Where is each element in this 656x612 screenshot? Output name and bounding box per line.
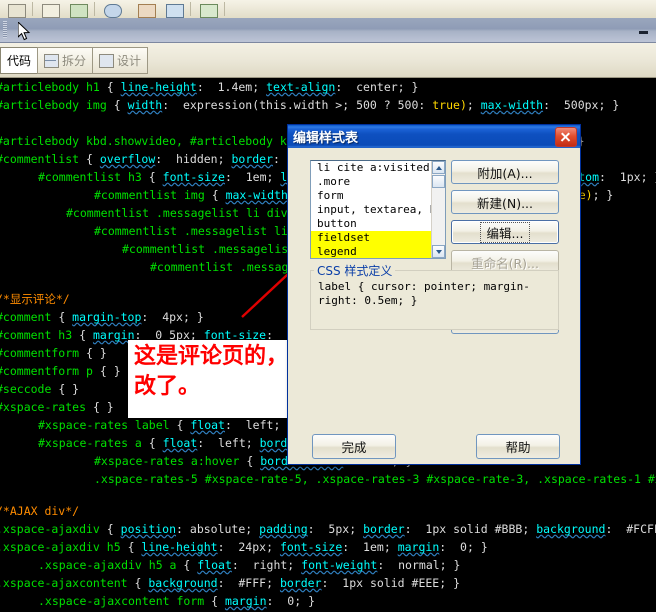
view-button-split-label: 拆分	[62, 54, 87, 68]
css-definition-group-label: CSS 样式定义	[314, 262, 396, 279]
attach-button-label: 附加(A)...	[477, 165, 533, 181]
done-button-label: 完成	[341, 440, 367, 455]
attach-button[interactable]: 附加(A)...	[451, 160, 559, 184]
code-line: #xspace-rates { }	[0, 400, 114, 414]
minimize-icon[interactable]	[639, 31, 648, 34]
toolbar-separator	[32, 2, 33, 16]
code-line: .xspace-ajaxdiv h5 { line-height: 24px; …	[0, 540, 488, 554]
edit-stylesheet-dialog: 编辑样式表 li cite a:visited .more form input…	[287, 124, 581, 465]
toolbar-separator	[224, 2, 225, 16]
dialog-titlebar[interactable]: 编辑样式表	[288, 125, 580, 148]
document-toolbar: 代码 拆分 设计 标题: </> !	[0, 43, 656, 115]
view-button-split[interactable]: 拆分	[37, 47, 94, 74]
list-item[interactable]: form	[311, 189, 445, 203]
document-tab-bar	[0, 18, 656, 43]
css-definition-text: label { cursor: pointer; margin-right: 0…	[318, 280, 530, 307]
list-item[interactable]: legend	[311, 245, 445, 258]
toolbar-icon-3[interactable]	[66, 1, 90, 18]
code-line: /*AJAX div*/	[0, 504, 80, 518]
app-chrome: 代码 拆分 设计 标题: </> !	[0, 0, 656, 115]
view-button-code-label: 代码	[7, 54, 32, 68]
toolbar-icon-7[interactable]	[196, 1, 220, 18]
code-line: .xspace-ajaxdiv h5 a { float: right; fon…	[38, 558, 461, 572]
code-line: #commentform { }	[0, 346, 107, 360]
new-button[interactable]: 新建(N)...	[451, 190, 559, 214]
code-line: .xspace-ajaxcontent form { margin: 0; }	[38, 594, 316, 608]
list-scrollbar[interactable]	[431, 161, 445, 258]
help-button-label: 帮助	[505, 440, 531, 455]
list-item[interactable]: button	[311, 217, 445, 231]
scroll-down-icon[interactable]	[432, 245, 445, 258]
view-button-design[interactable]: 设计	[92, 47, 149, 74]
main-toolbar	[0, 0, 656, 19]
toolbar-icon-1[interactable]	[4, 1, 28, 18]
edit-button-label: 编辑...	[479, 221, 531, 243]
dialog-body: li cite a:visited .more form input, text…	[288, 148, 580, 464]
done-button[interactable]: 完成	[312, 434, 396, 459]
toolbar-icon-5[interactable]	[134, 1, 158, 18]
new-button-label: 新建(N)...	[476, 195, 534, 211]
view-button-design-label: 设计	[117, 54, 142, 68]
code-line: #commentform p { }	[0, 364, 121, 378]
code-line: /*显示评论*/	[0, 292, 70, 306]
toolbar-separator	[190, 2, 191, 16]
code-line: #articlebody h1 { line-height: 1.4em; te…	[0, 80, 419, 94]
split-icon	[44, 53, 60, 68]
code-line: #comment { margin-top: 4px; }	[0, 310, 204, 324]
code-line: #articlebody img { width: expression(thi…	[0, 98, 620, 112]
help-button[interactable]: 帮助	[476, 434, 560, 459]
code-line: #seccode { }	[0, 382, 80, 396]
toolbar-icon-6[interactable]	[162, 1, 186, 18]
edit-button[interactable]: 编辑...	[451, 220, 559, 244]
list-item[interactable]: input, textarea, butto	[311, 203, 445, 217]
close-icon[interactable]	[555, 126, 577, 147]
code-line: .xspace-ajaxdiv { position: absolute; pa…	[0, 522, 656, 536]
mouse-cursor	[18, 22, 31, 41]
toolbar-grip[interactable]	[3, 21, 7, 38]
rename-button-label: 重命名(R)...	[471, 255, 539, 271]
design-icon	[99, 53, 115, 68]
view-mode-buttons: 代码 拆分 设计	[0, 47, 149, 74]
list-item[interactable]: fieldset	[311, 231, 445, 245]
view-button-code[interactable]: 代码	[0, 47, 39, 74]
toolbar-icon-4[interactable]	[100, 1, 124, 18]
stylesheet-list[interactable]: li cite a:visited .more form input, text…	[310, 160, 446, 259]
list-item[interactable]: li cite a:visited	[311, 161, 445, 175]
code-line: .xspace-rates-5 #xspace-rate-5, .xspace-…	[94, 472, 656, 486]
toolbar-separator	[94, 2, 95, 16]
list-item[interactable]: .more	[311, 175, 445, 189]
scrollbar-thumb[interactable]	[432, 175, 445, 188]
toolbar-icon-2[interactable]	[38, 1, 62, 18]
dialog-title: 编辑样式表	[293, 131, 359, 146]
scroll-up-icon[interactable]	[432, 161, 445, 174]
code-line: .xspace-ajaxcontent { background: #FFF; …	[0, 576, 461, 590]
